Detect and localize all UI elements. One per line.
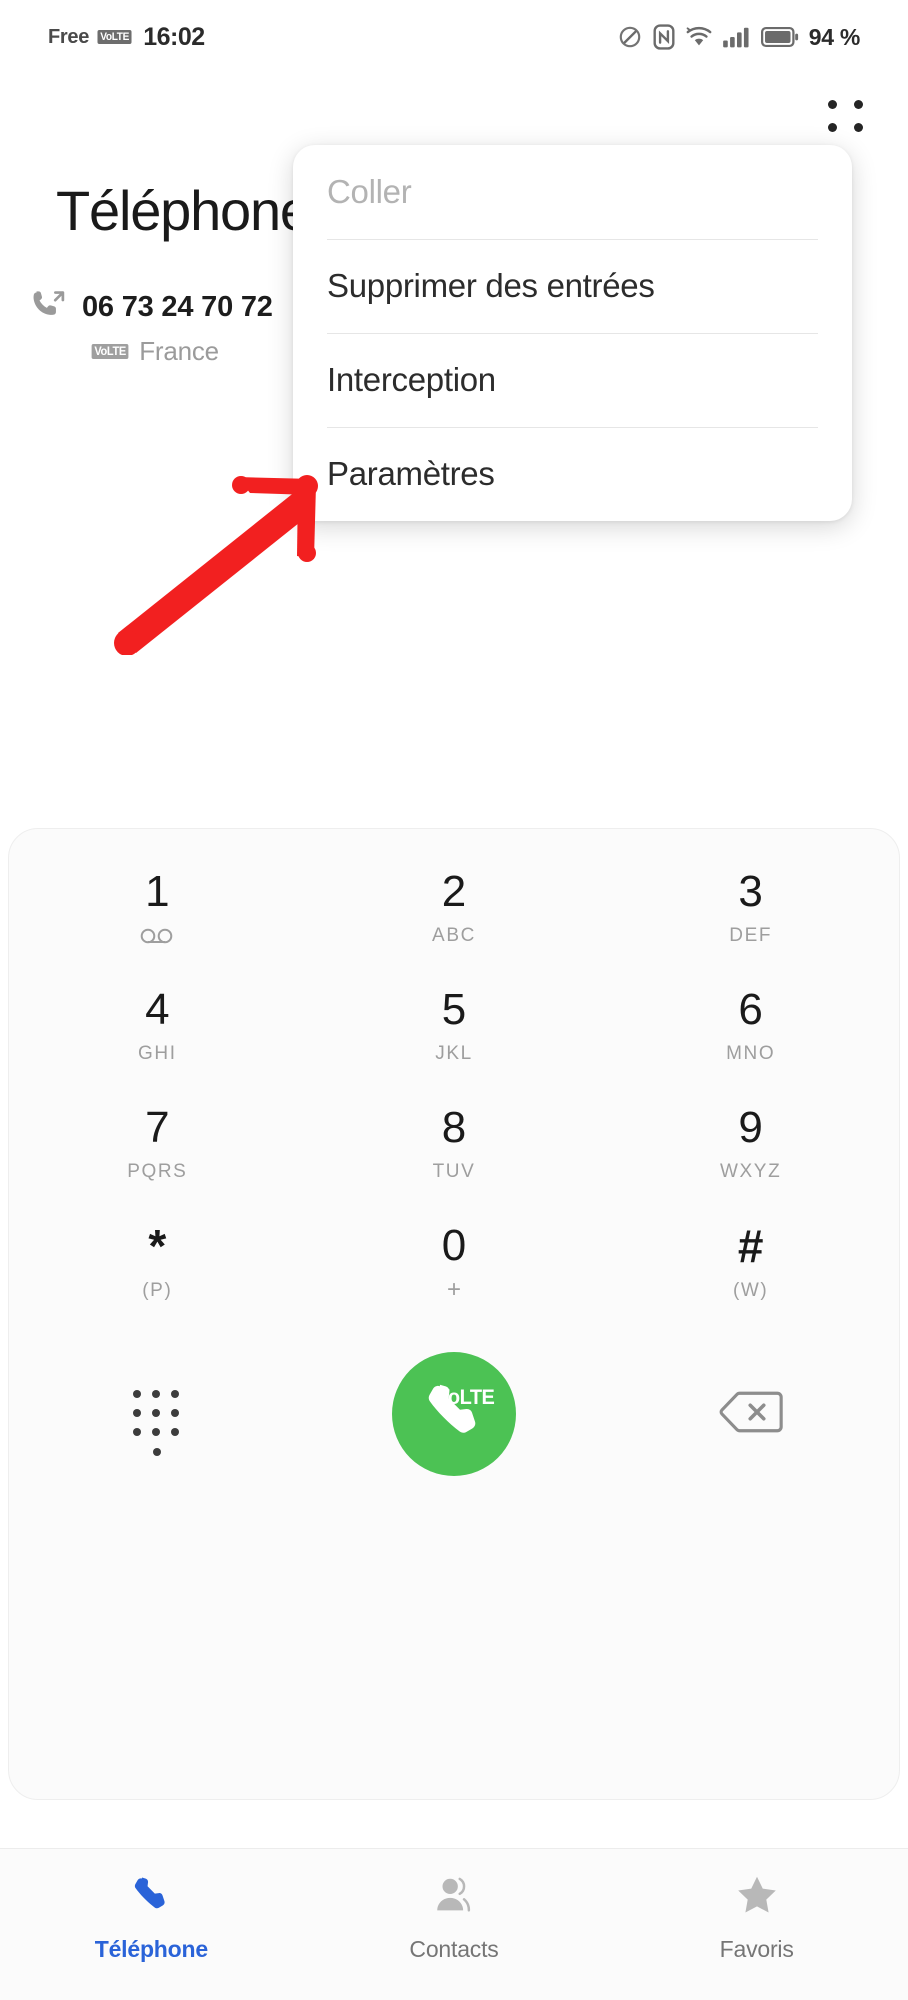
dialpad-key-0-sub: + [446,1275,461,1303]
menu-item-supprimer-des-entrees[interactable]: Supprimer des entrées [293,239,852,333]
dialpad-key-2[interactable]: 2 ABC [306,849,603,967]
dialpad-key-2-digit: 2 [441,866,467,916]
phone-app-screen: Free VoLTE 16:02 94 % Téléphone 06 73 24… [0,0,908,2000]
dialpad-key-hash[interactable]: # (W) [602,1203,899,1321]
dialpad-key-4-letters: GHI [138,1042,177,1064]
volte-badge-recent: VoLTE [91,343,129,360]
nfc-icon [652,24,676,50]
dialpad-key-4-digit: 4 [145,984,170,1034]
dialpad-key-7-letters: PQRS [127,1160,188,1182]
outgoing-call-icon [30,288,68,327]
dialpad-key-4[interactable]: 4 GHI [9,967,306,1085]
battery-icon [760,26,799,48]
battery-percent: 94 % [808,23,861,50]
dialpad-key-6-letters: MNO [726,1042,776,1064]
status-bar-right: 94 % [617,24,860,51]
dialpad-key-9-digit: 9 [738,1102,763,1152]
menu-item-coller[interactable]: Coller [293,145,852,239]
bottom-navigation: Téléphone Contacts Favoris [0,1848,908,2000]
dialpad-key-7[interactable]: 7 PQRS [9,1085,306,1203]
status-bar-left: Free VoLTE 16:02 [48,23,205,52]
nav-item-contacts[interactable]: Contacts [409,1872,499,1963]
nav-item-telephone[interactable]: Téléphone [95,1872,208,1963]
voicemail-icon [139,925,175,947]
dnd-icon [617,24,643,50]
dialpad-key-hash-digit: # [737,1219,764,1272]
star-icon [734,1872,780,1923]
dialpad-key-star-sub: (P) [142,1279,173,1301]
wifi-icon [685,25,713,49]
dialpad-key-9-letters: WXYZ [720,1160,782,1182]
dialpad-card: 1 2 ABC 3 DEF 4 GHI 5 JKL 6 MNO 7 PQRS 8… [8,828,900,1800]
recent-call-country: France [139,336,219,366]
call-button-volte-label: VoLTE [436,1386,495,1409]
carrier-name: Free [48,25,90,48]
dialpad-key-6[interactable]: 6 MNO [602,967,899,1085]
dialpad-key-0[interactable]: 0 + [306,1203,603,1321]
dialpad-key-8-digit: 8 [441,1102,467,1152]
dialpad-key-hash-sub: (W) [732,1279,769,1301]
dialpad-key-5[interactable]: 5 JKL [306,967,603,1085]
dialpad-key-3[interactable]: 3 DEF [602,849,899,967]
dialpad-key-2-letters: ABC [432,924,476,946]
dialpad-action-row: VoLTE [9,1329,899,1499]
dialpad-key-6-digit: 6 [738,984,763,1034]
dialpad-key-5-letters: JKL [435,1042,473,1064]
dialpad-key-3-letters: DEF [729,924,773,946]
dialpad-key-8-letters: TUV [432,1160,476,1182]
kebab-dots-right [853,100,863,132]
phone-icon [128,1872,174,1923]
dialpad-key-8[interactable]: 8 TUV [306,1085,603,1203]
dialpad-key-star-digit: * [148,1219,167,1272]
dialpad-key-1[interactable]: 1 [9,849,306,967]
nav-item-favoris[interactable]: Favoris [720,1872,794,1963]
backspace-button[interactable] [696,1359,806,1469]
hide-keypad-button[interactable] [102,1359,212,1469]
overflow-menu: Coller Supprimer des entrées Interceptio… [293,145,852,521]
backspace-icon [718,1388,784,1441]
dialpad-key-7-digit: 7 [145,1102,170,1152]
dialpad-keys: 1 2 ABC 3 DEF 4 GHI 5 JKL 6 MNO 7 PQRS 8… [9,849,899,1321]
nav-label-telephone: Téléphone [94,1936,208,1962]
menu-item-parametres[interactable]: Paramètres [293,427,852,521]
menu-item-interception[interactable]: Interception [293,333,852,427]
status-bar-clock: 16:02 [143,22,205,51]
nav-label-favoris: Favoris [719,1936,794,1962]
dialpad-key-1-digit: 1 [145,866,170,916]
recent-call-number: 06 73 24 70 72 [82,291,273,323]
kebab-dots-left [827,100,837,132]
dialpad-key-9[interactable]: 9 WXYZ [602,1085,899,1203]
keypad-dots-icon [133,1390,181,1456]
more-options-icon[interactable] [810,88,880,144]
contacts-icon [431,1872,477,1923]
dialpad-key-0-digit: 0 [441,1220,467,1270]
dialpad-key-star[interactable]: * (P) [9,1203,306,1321]
page-title: Téléphone [56,179,311,242]
dialpad-key-5-digit: 5 [441,984,467,1034]
status-bar: Free VoLTE 16:02 94 % [0,0,908,74]
dialpad-key-3-digit: 3 [738,866,763,916]
signal-icon [722,25,752,49]
call-button[interactable]: VoLTE [391,1352,516,1476]
volte-badge-statusbar: VoLTE [97,29,132,45]
nav-label-contacts: Contacts [409,1936,499,1962]
